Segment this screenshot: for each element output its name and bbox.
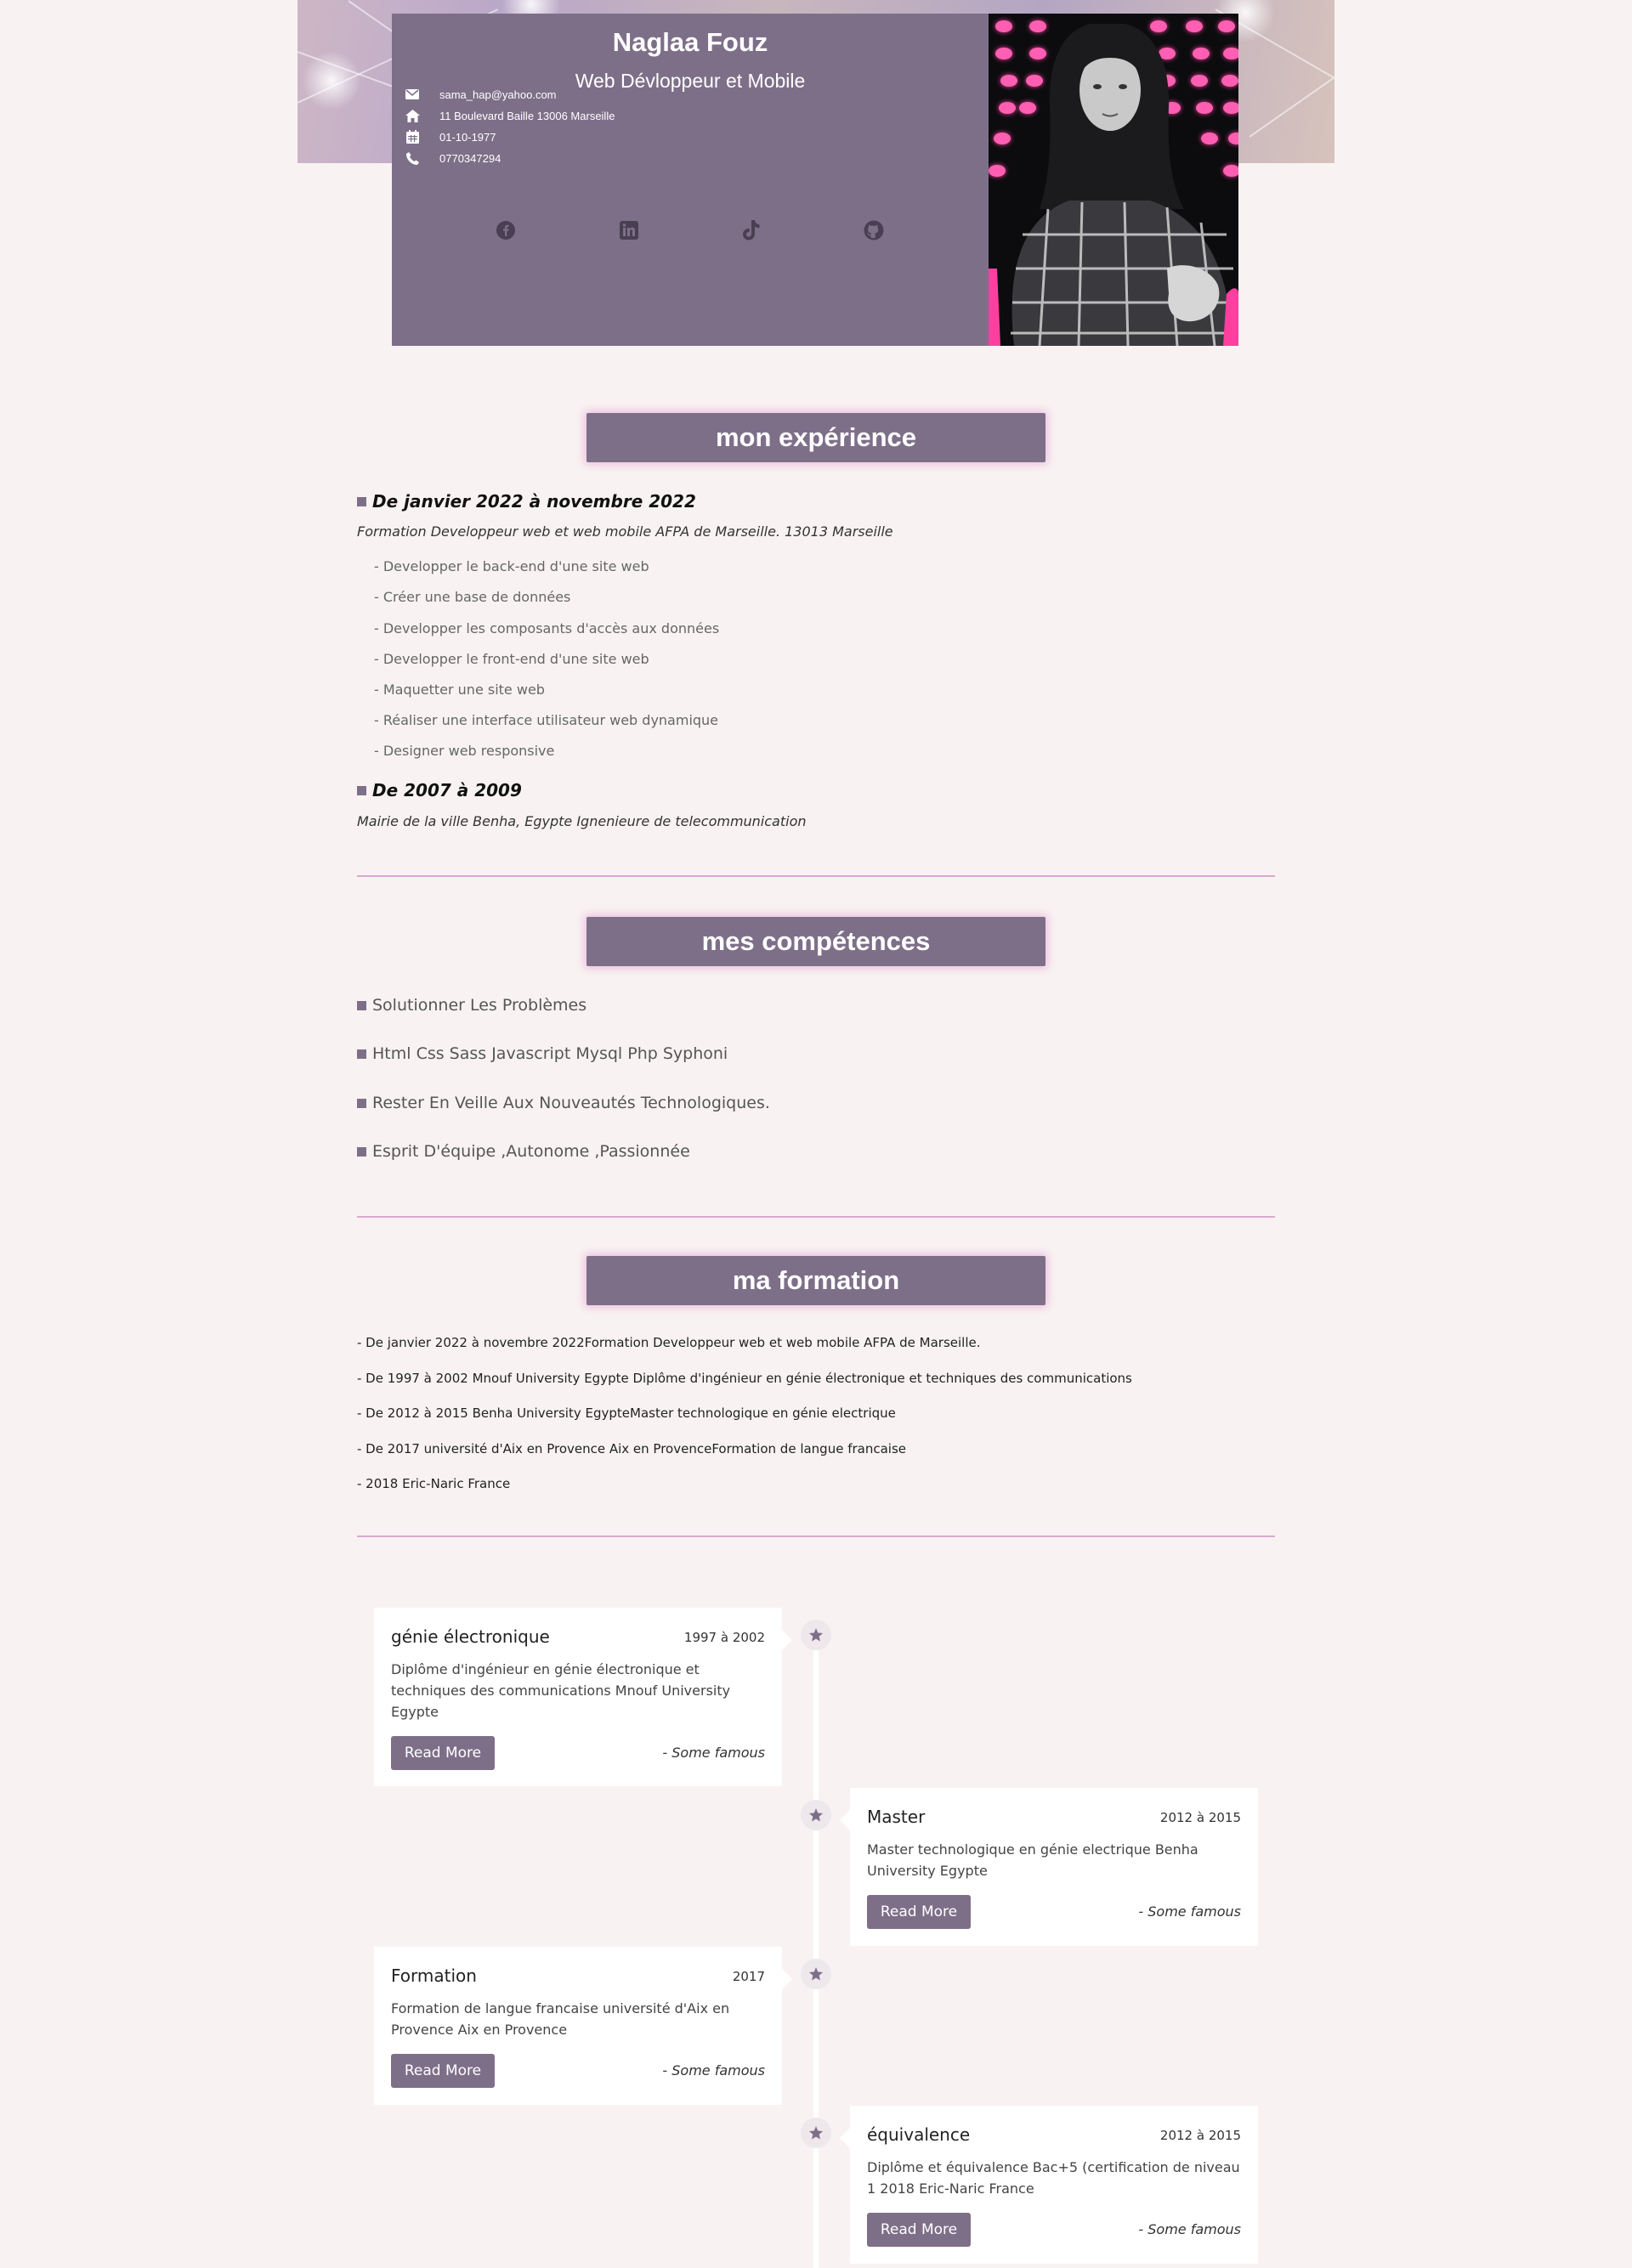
experience-task: - Developper les composants d'accès aux … — [374, 620, 720, 636]
linkedin-icon[interactable] — [616, 218, 642, 243]
bullet-square-icon — [357, 1098, 366, 1108]
timeline-card-title: génie électronique — [391, 1626, 550, 1647]
timeline-card-date: 1997 à 2002 — [683, 1630, 765, 1645]
profile-info: Naglaa Fouz Web Dévloppeur et Mobile sam… — [392, 14, 989, 346]
education-section-title: ma formation — [586, 1256, 1046, 1305]
bullet-square-icon — [357, 785, 366, 795]
experience-period: De 2007 à 2009 — [357, 779, 522, 801]
read-more-button[interactable]: Read More — [867, 2213, 971, 2247]
home-icon — [404, 107, 421, 124]
read-more-button[interactable]: Read More — [391, 1736, 495, 1770]
timeline-card-quote: - Some famous — [1138, 2221, 1241, 2237]
github-icon[interactable] — [861, 218, 887, 243]
bullet-square-icon — [357, 1146, 366, 1157]
timeline-card-description: Master technologique en génie electrique… — [867, 1841, 1198, 1879]
contact-email-text: sama_hap@yahoo.com — [439, 88, 557, 101]
bullet-square-icon — [357, 1049, 366, 1059]
contact-phone-text: 0770347294 — [439, 151, 502, 165]
read-more-button[interactable]: Read More — [867, 1895, 971, 1929]
skill-item: Esprit D'équipe ,Autonome ,Passionnée — [357, 1140, 690, 1162]
star-icon — [801, 1959, 831, 1989]
contact-address-text: 11 Boulevard Baille 13006 Marseille — [439, 109, 615, 122]
experience-task: - Maquetter une site web — [374, 682, 545, 698]
skills-section-title: mes compétences — [586, 917, 1046, 966]
education-item: - 2018 Eric-Naric France — [357, 1476, 511, 1491]
timeline-card-quote: - Some famous — [1138, 1903, 1241, 1920]
education-item: - De 2017 université d'Aix en Provence A… — [357, 1441, 907, 1456]
timeline-card-date: 2017 — [732, 1969, 765, 1984]
timeline-card-date: 2012 à 2015 — [1159, 2128, 1241, 2143]
contact-email[interactable]: sama_hap@yahoo.com — [404, 85, 557, 104]
experience-organization: Mairie de la ville Benha, Egypte Ignenie… — [357, 813, 807, 829]
timeline-card: Formation 2017 Formation de langue franc… — [374, 1947, 792, 2105]
section-divider — [357, 1536, 1275, 1537]
skill-item: Solutionner Les Problèmes — [357, 994, 586, 1016]
contact-address: 11 Boulevard Baille 13006 Marseille — [404, 106, 615, 125]
timeline-card: génie électronique 1997 à 2002 Diplôme d… — [374, 1608, 792, 1786]
education-item: - De 2012 à 2015 Benha University Egypte… — [357, 1405, 896, 1421]
facebook-icon[interactable] — [493, 218, 518, 243]
timeline-card: équivalence 2012 à 2015 Diplôme et équiv… — [840, 2106, 1258, 2264]
tiktok-icon[interactable] — [739, 218, 764, 243]
portrait-photo — [989, 14, 1238, 346]
experience-organization: Formation Developpeur web et web mobile … — [357, 523, 893, 540]
bullet-square-icon — [357, 496, 366, 506]
contact-phone[interactable]: 0770347294 — [404, 149, 501, 167]
skill-item: Html Css Sass Javascript Mysql Php Sypho… — [357, 1043, 728, 1065]
education-item: - De janvier 2022 à novembre 2022Formati… — [357, 1335, 981, 1350]
phone-icon — [404, 150, 421, 167]
timeline-card-title: Formation — [391, 1965, 477, 1986]
envelope-icon — [404, 86, 421, 103]
bullet-square-icon — [357, 1000, 366, 1010]
experience-section-title: mon expérience — [586, 413, 1046, 462]
star-icon — [801, 1620, 831, 1650]
experience-task: - Developper le front-end d'une site web — [374, 651, 649, 667]
timeline-card-description: Diplôme d'ingénieur en génie électroniqu… — [391, 1661, 731, 1720]
experience-task: - Réaliser une interface utilisateur web… — [374, 712, 719, 728]
experience-task: - Developper le back-end d'une site web — [374, 558, 649, 574]
timeline-card-quote: - Some famous — [662, 1745, 765, 1761]
star-icon — [801, 2118, 831, 2148]
section-divider — [357, 1216, 1275, 1218]
experience-task: - Designer web responsive — [374, 743, 555, 759]
timeline-card-description: Formation de langue francaise université… — [391, 2000, 730, 2038]
timeline-card-description: Diplôme et équivalence Bac+5 (certificat… — [867, 2159, 1240, 2197]
profile-card: Naglaa Fouz Web Dévloppeur et Mobile sam… — [392, 14, 1238, 346]
experience-task: - Créer une base de données — [374, 589, 571, 605]
timeline-card-title: équivalence — [867, 2124, 971, 2145]
calendar-icon — [404, 128, 421, 145]
contact-birthdate: 01-10-1977 — [404, 127, 496, 146]
profile-name: Naglaa Fouz — [612, 27, 768, 57]
section-divider — [357, 875, 1275, 877]
timeline-card-title: Master — [867, 1807, 926, 1827]
education-item: - De 1997 à 2002 Mnouf University Egypte… — [357, 1371, 1132, 1386]
read-more-button[interactable]: Read More — [391, 2054, 495, 2088]
timeline-line — [813, 1627, 819, 2268]
timeline-card-quote: - Some famous — [662, 2062, 765, 2079]
skill-item: Rester En Veille Aux Nouveautés Technolo… — [357, 1092, 770, 1114]
contact-birthdate-text: 01-10-1977 — [439, 130, 496, 144]
timeline-card: Master 2012 à 2015 Master technologique … — [840, 1788, 1258, 1946]
star-icon — [801, 1800, 831, 1830]
experience-period: De janvier 2022 à novembre 2022 — [357, 490, 696, 512]
timeline-card-date: 2012 à 2015 — [1159, 1810, 1241, 1825]
